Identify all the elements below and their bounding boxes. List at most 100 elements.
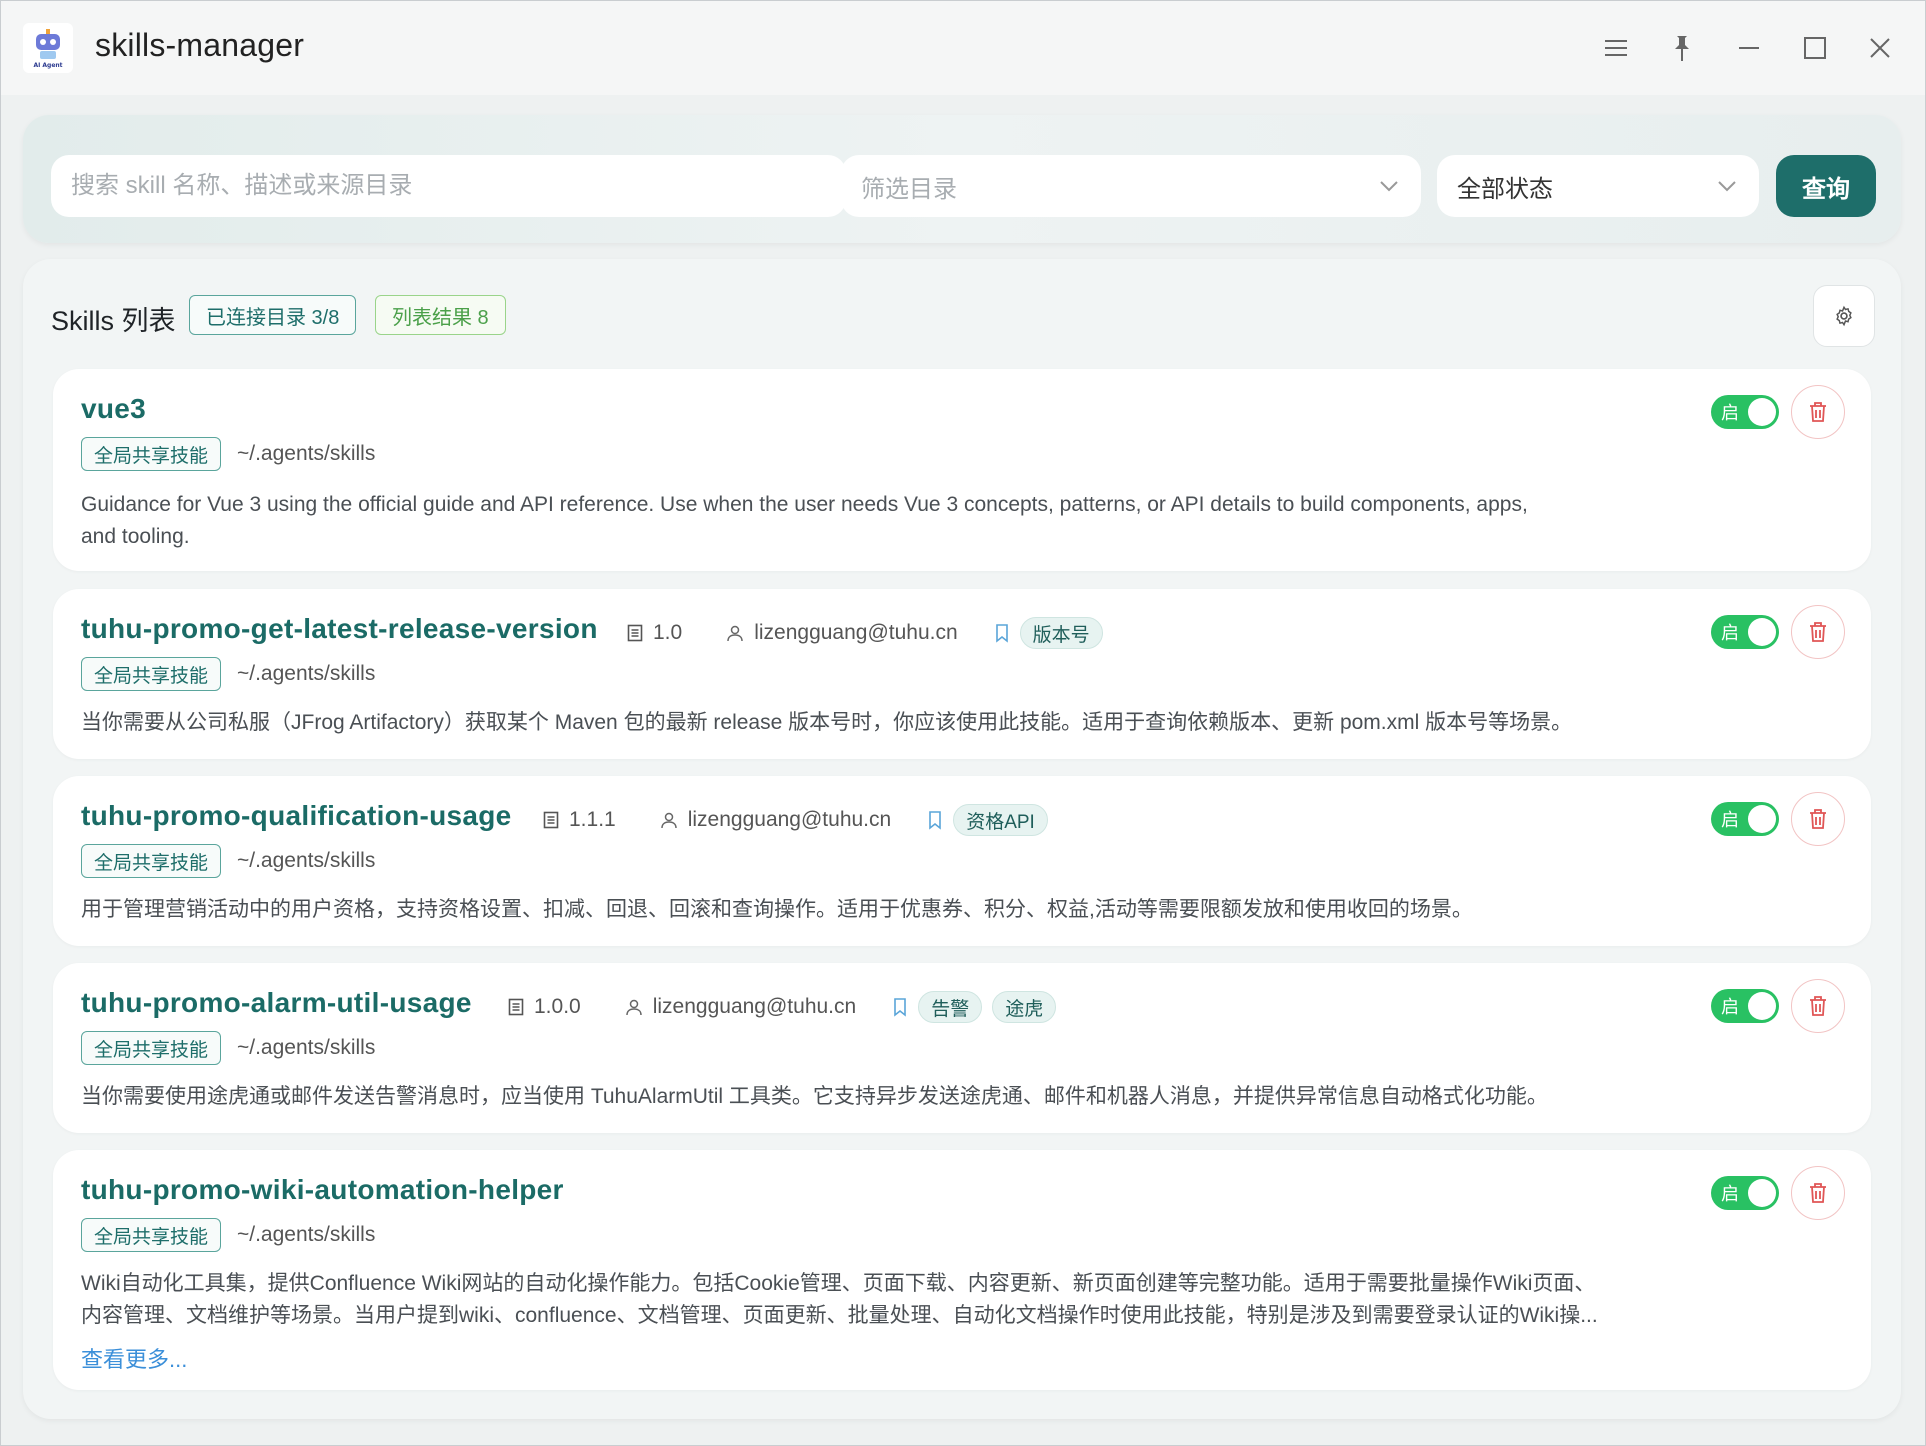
tag-icon xyxy=(995,624,1008,643)
connected-dirs-badge: 已连接目录 3/8 xyxy=(189,295,357,335)
skill-path: ~/.agents/skills xyxy=(237,442,376,465)
list-title: Skills 列表 xyxy=(51,306,176,336)
enable-toggle[interactable]: 启 xyxy=(1711,615,1779,649)
skill-card: tuhu-promo-get-latest-release-version 1.… xyxy=(53,589,1871,759)
skill-name: tuhu-promo-qualification-usage xyxy=(81,800,512,831)
skill-meta: 1.0 lizengguang@tuhu.cn 版本号 xyxy=(627,617,1103,649)
toggle-label: 启 xyxy=(1721,810,1739,830)
description-line: and tooling. xyxy=(81,525,190,548)
toggle-label: 启 xyxy=(1721,1184,1739,1204)
skill-name: vue3 xyxy=(81,393,147,424)
trash-icon xyxy=(1810,622,1826,642)
enable-toggle[interactable]: 启 xyxy=(1711,802,1779,836)
skill-name: tuhu-promo-wiki-automation-helper xyxy=(81,1174,564,1205)
description-line: 内容管理、文档维护等场景。当用户提到wiki、confluence、文档管理、页… xyxy=(81,1304,1598,1327)
pin-icon xyxy=(1675,36,1689,61)
user-icon xyxy=(727,625,743,642)
enable-toggle[interactable]: 启 xyxy=(1711,1176,1779,1210)
app-title: skills-manager xyxy=(95,27,305,63)
skill-name: tuhu-promo-get-latest-release-version xyxy=(81,613,598,644)
skill-description: 当你需要从公司私服（JFrog Artifactory）获取某个 Maven 包… xyxy=(81,711,1573,734)
skill-card: tuhu-promo-qualification-usage 1.1.1 liz… xyxy=(53,776,1871,946)
document-icon xyxy=(543,811,559,829)
skill-description: 当你需要使用途虎通或邮件发送告警消息时，应当使用 TuhuAlarmUtil 工… xyxy=(81,1085,1548,1108)
query-button[interactable]: 查询 xyxy=(1776,155,1876,217)
trash-icon xyxy=(1810,809,1826,829)
skill-card: vue3 全局共享技能 ~/.agents/skills Guidance fo… xyxy=(53,369,1871,571)
maximize-button[interactable] xyxy=(1792,25,1838,71)
enable-toggle[interactable]: 启 xyxy=(1711,989,1779,1023)
logo-text: AI Agent xyxy=(33,62,62,69)
trash-icon xyxy=(1810,402,1826,422)
scope-tag: 全局共享技能 xyxy=(81,844,222,878)
toggle-knob xyxy=(1748,618,1776,646)
delete-button[interactable] xyxy=(1791,605,1845,659)
tag-icon xyxy=(929,811,941,830)
toggle-label: 启 xyxy=(1721,623,1739,643)
close-icon xyxy=(1870,38,1890,58)
skill-version: 1.0.0 xyxy=(534,995,581,1018)
menu-button[interactable] xyxy=(1593,25,1639,71)
skill-tag: 资格API xyxy=(953,804,1048,836)
scope-tag: 全局共享技能 xyxy=(81,1031,222,1065)
trash-icon xyxy=(1810,1183,1826,1203)
skill-description: 用于管理营销活动中的用户资格，支持资格设置、扣减、回退、回滚和查询操作。适用于优… xyxy=(81,898,1473,921)
status-filter-select[interactable]: 全部状态 xyxy=(1437,155,1759,217)
skill-path: ~/.agents/skills xyxy=(237,1223,376,1246)
minimize-icon xyxy=(1739,47,1759,49)
scope-tag: 全局共享技能 xyxy=(81,437,222,471)
show-more-link[interactable]: 查看更多... xyxy=(81,1342,187,1374)
trash-icon xyxy=(1810,996,1826,1016)
user-icon xyxy=(625,999,642,1016)
tag-icon xyxy=(894,998,906,1017)
skill-meta: 1.1.1 lizengguang@tuhu.cn 资格API xyxy=(543,804,1048,836)
skill-meta: 1.0.0 lizengguang@tuhu.cn 告警 途虎 xyxy=(508,991,1057,1023)
skill-tag: 版本号 xyxy=(1019,617,1103,649)
close-button[interactable] xyxy=(1857,25,1903,71)
app-window: AI Agent skills-manager 筛选目录 全部状态 xyxy=(0,0,1926,1446)
menu-icon xyxy=(1605,40,1627,56)
search-input[interactable] xyxy=(51,155,846,217)
skill-description: Guidance for Vue 3 using the official gu… xyxy=(81,489,1721,553)
title-bar: AI Agent skills-manager xyxy=(1,1,1925,95)
delete-button[interactable] xyxy=(1791,979,1845,1033)
app-logo: AI Agent xyxy=(23,23,73,73)
description-line: Guidance for Vue 3 using the official gu… xyxy=(81,493,1528,516)
directory-filter-select[interactable]: 筛选目录 xyxy=(841,155,1421,217)
toggle-knob xyxy=(1748,1179,1776,1207)
scope-tag: 全局共享技能 xyxy=(81,657,222,691)
search-panel: 筛选目录 全部状态 查询 xyxy=(23,115,1901,243)
document-icon xyxy=(508,998,524,1016)
robot-logo-icon: AI Agent xyxy=(33,29,63,69)
minimize-button[interactable] xyxy=(1726,25,1772,71)
skill-author: lizengguang@tuhu.cn xyxy=(687,808,892,831)
document-icon xyxy=(627,624,643,642)
description-line: Wiki自动化工具集，提供Confluence Wiki网站的自动化操作能力。包… xyxy=(81,1272,1596,1295)
delete-button[interactable] xyxy=(1791,385,1845,439)
delete-button[interactable] xyxy=(1791,792,1845,846)
skill-author: lizengguang@tuhu.cn xyxy=(754,621,958,644)
pin-button[interactable] xyxy=(1659,25,1705,71)
toggle-knob xyxy=(1748,805,1776,833)
toggle-knob xyxy=(1748,398,1776,426)
settings-button[interactable] xyxy=(1813,285,1875,347)
enable-toggle[interactable]: 启 xyxy=(1711,395,1779,429)
maximize-icon xyxy=(1804,37,1826,59)
skill-path: ~/.agents/skills xyxy=(237,662,376,685)
skill-description: Wiki自动化工具集，提供Confluence Wiki网站的自动化操作能力。包… xyxy=(81,1268,1721,1332)
toggle-knob xyxy=(1748,992,1776,1020)
user-icon xyxy=(660,812,677,829)
delete-button[interactable] xyxy=(1791,1166,1845,1220)
skill-tag: 途虎 xyxy=(992,991,1057,1023)
skill-tag: 告警 xyxy=(918,991,983,1023)
status-filter-value: 全部状态 xyxy=(1457,175,1553,203)
scope-tag: 全局共享技能 xyxy=(81,1218,222,1252)
chevron-down-icon xyxy=(1718,181,1736,192)
skill-name: tuhu-promo-alarm-util-usage xyxy=(81,987,472,1018)
result-count-badge: 列表结果 8 xyxy=(375,295,506,335)
toggle-label: 启 xyxy=(1721,403,1739,423)
skill-card: tuhu-promo-alarm-util-usage 1.0.0 lizeng… xyxy=(53,963,1871,1133)
skill-path: ~/.agents/skills xyxy=(237,1036,376,1059)
skill-author: lizengguang@tuhu.cn xyxy=(652,995,857,1018)
skill-card: tuhu-promo-wiki-automation-helper 全局共享技能… xyxy=(53,1150,1871,1390)
